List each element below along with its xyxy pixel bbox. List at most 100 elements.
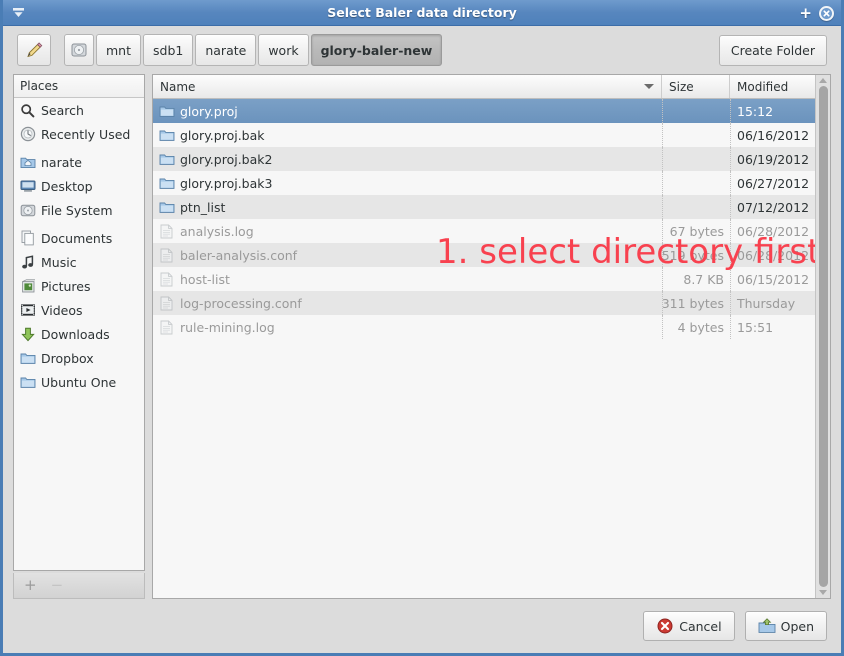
sidebar-item-label: Pictures — [41, 278, 91, 294]
hard-drive-icon — [19, 202, 36, 218]
sidebar-item-search[interactable]: Search — [14, 98, 144, 122]
file-size-cell: 4 bytes — [662, 315, 730, 339]
close-button[interactable] — [819, 5, 834, 21]
file-modified-cell: 06/27/2012 — [730, 171, 815, 195]
sidebar-item-dropbox[interactable]: Dropbox — [14, 346, 144, 370]
folder-icon — [158, 199, 175, 215]
documents-icon — [19, 230, 36, 246]
file-size-cell — [662, 147, 730, 171]
file-name-cell: glory.proj.bak3 — [153, 171, 662, 195]
file-name-cell: glory.proj.bak2 — [153, 147, 662, 171]
folder-icon — [158, 151, 175, 167]
sidebar-item-desktop[interactable]: Desktop — [14, 174, 144, 198]
sidebar-item-videos[interactable]: Videos — [14, 298, 144, 322]
folder-icon — [158, 127, 175, 143]
column-header-name-label: Name — [160, 79, 196, 94]
window-controls: + — [799, 0, 834, 26]
sidebar-item-pictures[interactable]: Pictures — [14, 274, 144, 298]
sidebar-item-label: Search — [41, 102, 84, 118]
file-name-label: rule-mining.log — [180, 319, 275, 335]
table-row[interactable]: ptn_list 07/12/2012 — [153, 195, 815, 219]
sidebar-item-music[interactable]: Music — [14, 250, 144, 274]
open-folder-icon — [758, 617, 776, 635]
file-chooser-dialog: Select Baler data directory + mnt sdb1 n… — [0, 0, 844, 656]
file-name-label: log-processing.conf — [180, 295, 302, 311]
breadcrumb-item-glory-baler-new[interactable]: glory-baler-new — [310, 34, 443, 66]
places-edit-buttons: + − — [13, 573, 145, 599]
sidebar-item-downloads[interactable]: Downloads — [14, 322, 144, 346]
file-browser: Name Size Modified glory.proj 15:12 glory.… — [152, 74, 831, 599]
title-bar: Select Baler data directory + — [3, 0, 841, 26]
breadcrumb-item-mnt[interactable]: mnt — [96, 34, 141, 66]
file-modified-cell: 15:12 — [730, 99, 815, 123]
column-header-modified-label: Modified — [737, 79, 789, 94]
pictures-icon — [19, 278, 36, 294]
cancel-button[interactable]: Cancel — [643, 611, 735, 641]
clock-icon — [19, 126, 36, 142]
scroll-down-arrow-icon[interactable] — [819, 590, 827, 595]
file-modified-cell: 06/16/2012 — [730, 123, 815, 147]
sidebar-item-label: narate — [41, 154, 82, 170]
table-row[interactable]: glory.proj.bak3 06/27/2012 — [153, 171, 815, 195]
sidebar-item-label: Videos — [41, 302, 83, 318]
edit-location-button[interactable] — [17, 34, 51, 66]
table-row[interactable]: glory.proj.bak 06/16/2012 — [153, 123, 815, 147]
file-modified-cell: 06/19/2012 — [730, 147, 815, 171]
table-row[interactable]: log-processing.conf 311 bytes Thursday — [153, 291, 815, 315]
table-row[interactable]: rule-mining.log 4 bytes 15:51 — [153, 315, 815, 339]
open-button[interactable]: Open — [744, 611, 827, 641]
table-row[interactable]: glory.proj.bak2 06/19/2012 — [153, 147, 815, 171]
cancel-label: Cancel — [679, 618, 722, 634]
column-header-size[interactable]: Size — [662, 75, 730, 98]
table-row[interactable]: host-list 8.7 KB 06/15/2012 — [153, 267, 815, 291]
file-name-cell: host-list — [153, 267, 662, 291]
file-size-cell — [662, 171, 730, 195]
table-row[interactable]: glory.proj 15:12 — [153, 99, 815, 123]
sidebar-item-label: Ubuntu One — [41, 374, 117, 390]
download-arrow-icon — [19, 326, 36, 342]
folder-icon — [19, 374, 36, 390]
file-name-cell: glory.proj.bak — [153, 123, 662, 147]
breadcrumb-item-sdb1[interactable]: sdb1 — [143, 34, 194, 66]
file-modified-cell: 06/28/2012 — [730, 243, 815, 267]
breadcrumb: mnt sdb1 narate work glory-baler-new — [64, 34, 444, 66]
file-size-cell — [662, 195, 730, 219]
remove-place-button[interactable]: − — [51, 578, 64, 593]
video-icon — [19, 302, 36, 318]
file-rows-container[interactable]: glory.proj 15:12 glory.proj.bak 06/16/2012 g… — [153, 99, 815, 598]
file-name-label: baler-analysis.conf — [180, 247, 298, 263]
sidebar-item-recently-used[interactable]: Recently Used — [14, 122, 144, 146]
breadcrumb-item-narate[interactable]: narate — [195, 34, 257, 66]
file-rows: glory.proj 15:12 glory.proj.bak 06/16/2012 g… — [153, 99, 815, 339]
places-sidebar: Places Search Recently Used narate Deskt… — [13, 74, 145, 599]
sidebar-item-label: Music — [41, 254, 77, 270]
sidebar-item-file-system[interactable]: File System — [14, 198, 144, 222]
scroll-up-arrow-icon[interactable] — [819, 78, 827, 83]
table-row[interactable]: analysis.log 67 bytes 06/28/2012 — [153, 219, 815, 243]
file-name-label: glory.proj — [180, 103, 238, 119]
sidebar-item-label: Documents — [41, 230, 113, 246]
file-icon — [158, 319, 175, 335]
music-note-icon — [19, 254, 36, 270]
sidebar-item-documents[interactable]: Documents — [14, 226, 144, 250]
window-plus-button[interactable]: + — [799, 5, 812, 21]
column-header-modified[interactable]: Modified — [730, 75, 815, 98]
file-name-cell: analysis.log — [153, 219, 662, 243]
breadcrumb-item-drive[interactable] — [64, 34, 94, 66]
breadcrumb-item-work[interactable]: work — [258, 34, 309, 66]
file-name-cell: log-processing.conf — [153, 291, 662, 315]
sidebar-item-narate[interactable]: narate — [14, 150, 144, 174]
scrollbar-thumb[interactable] — [818, 86, 828, 587]
file-icon — [158, 247, 175, 263]
table-row[interactable]: baler-analysis.conf 519 bytes 06/28/2012 — [153, 243, 815, 267]
column-headers: Name Size Modified — [153, 75, 815, 99]
window-menu-button[interactable] — [3, 0, 33, 26]
column-header-name[interactable]: Name — [153, 75, 662, 98]
add-place-button[interactable]: + — [24, 578, 37, 593]
create-folder-button[interactable]: Create Folder — [718, 34, 827, 66]
sidebar-item-label: Recently Used — [41, 126, 131, 142]
file-icon — [158, 295, 175, 311]
sidebar-item-ubuntu-one[interactable]: Ubuntu One — [14, 370, 144, 394]
vertical-scrollbar[interactable] — [815, 75, 830, 598]
pencil-icon — [27, 42, 43, 58]
